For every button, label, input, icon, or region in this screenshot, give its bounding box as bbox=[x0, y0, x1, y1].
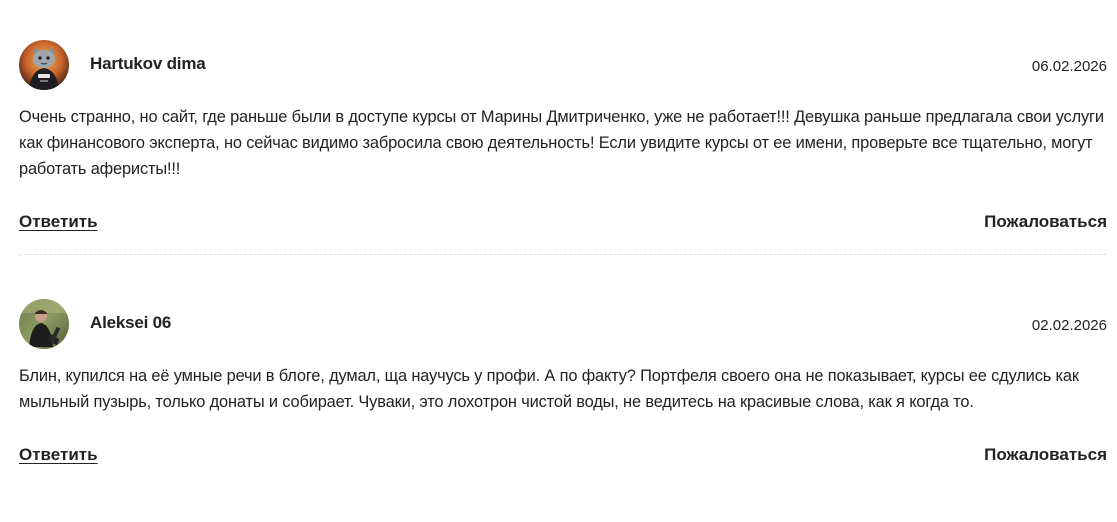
cat-avatar-icon[interactable] bbox=[19, 40, 69, 90]
comments-list: Hartukov dima 06.02.2026 Очень странно, … bbox=[19, 40, 1107, 469]
reply-link[interactable]: Ответить bbox=[19, 445, 98, 465]
report-link[interactable]: Пожаловаться bbox=[984, 445, 1107, 465]
comment-date: 06.02.2026 bbox=[1031, 58, 1107, 75]
comment-header: Aleksei 06 02.02.2026 bbox=[19, 299, 1107, 351]
comment-actions: Ответить Пожаловаться bbox=[19, 445, 1107, 469]
comment-text: Блин, купился на её умные речи в блоге, … bbox=[19, 367, 1079, 411]
comment-date: 02.02.2026 bbox=[1031, 317, 1107, 334]
comment-author: Aleksei 06 bbox=[90, 313, 172, 332]
reply-link[interactable]: Ответить bbox=[19, 212, 98, 232]
comment-item: Hartukov dima 06.02.2026 Очень странно, … bbox=[19, 40, 1107, 236]
comment-divider bbox=[19, 254, 1107, 255]
comment-actions: Ответить Пожаловаться bbox=[19, 212, 1107, 236]
comment-text: Очень странно, но сайт, где раньше были … bbox=[19, 108, 1104, 178]
comment-item: Aleksei 06 02.02.2026 Блин, купился на е… bbox=[19, 299, 1107, 469]
comment-author: Hartukov dima bbox=[90, 54, 206, 73]
report-link[interactable]: Пожаловаться bbox=[984, 212, 1107, 232]
comment-header: Hartukov dima 06.02.2026 bbox=[19, 40, 1107, 92]
person-avatar-icon[interactable] bbox=[19, 299, 69, 349]
